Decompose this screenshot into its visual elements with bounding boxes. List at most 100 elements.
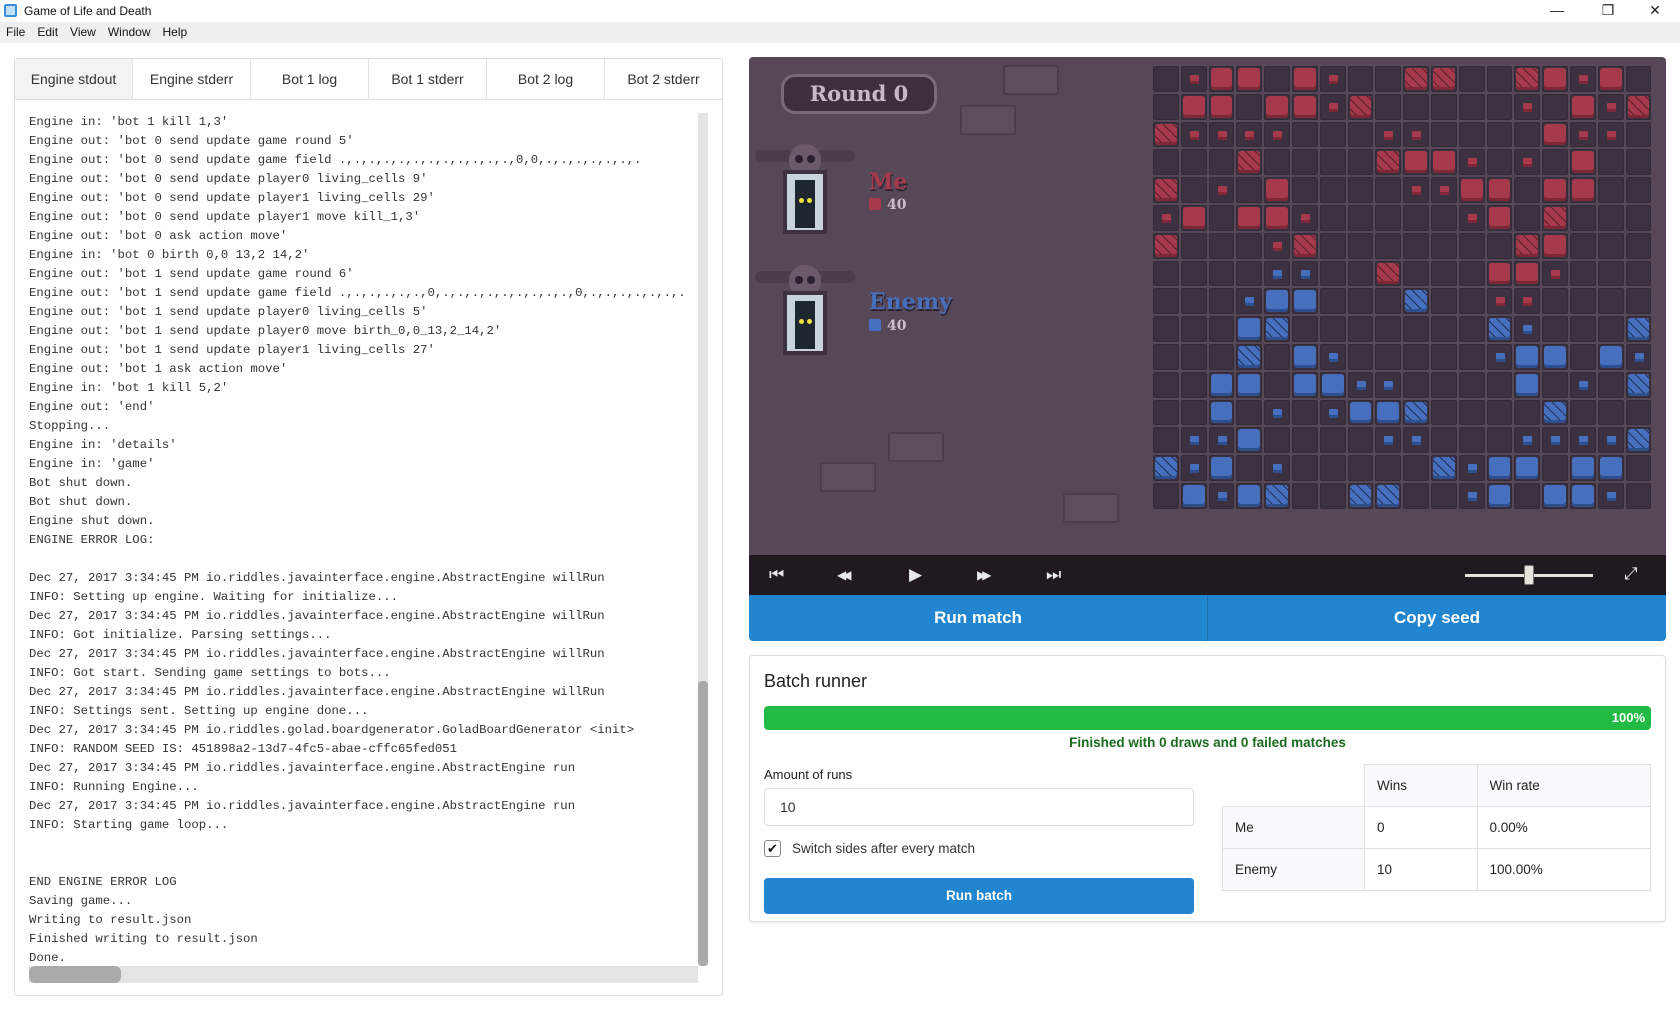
board-cell[interactable]	[1375, 455, 1402, 481]
board-cell[interactable]	[1319, 427, 1346, 454]
board-cell[interactable]	[1403, 177, 1429, 203]
board-cell[interactable]	[1208, 232, 1235, 259]
board-cell[interactable]	[1375, 204, 1402, 231]
board-cell[interactable]	[1236, 204, 1263, 231]
board-cell[interactable]	[1236, 121, 1263, 148]
board-cell[interactable]	[1403, 204, 1429, 231]
board-cell[interactable]	[1319, 66, 1346, 92]
board-cell[interactable]	[1319, 482, 1346, 509]
board-cell[interactable]	[1569, 316, 1596, 342]
board-cell[interactable]	[1153, 343, 1179, 370]
board-cell[interactable]	[1264, 232, 1290, 259]
board-cell[interactable]	[1486, 343, 1513, 370]
board-cell[interactable]	[1430, 371, 1457, 398]
board-cell[interactable]	[1236, 66, 1263, 92]
board-cell[interactable]	[1291, 427, 1318, 454]
board-cell[interactable]	[1458, 455, 1485, 481]
board-cell[interactable]	[1458, 399, 1485, 426]
board-cell[interactable]	[1180, 177, 1207, 203]
board-cell[interactable]	[1180, 455, 1207, 481]
board-cell[interactable]	[1291, 482, 1318, 509]
board-cell[interactable]	[1486, 177, 1513, 203]
skip-to-end-button[interactable]: ⏭	[1046, 565, 1061, 585]
board-cell[interactable]	[1347, 149, 1374, 176]
board-cell[interactable]	[1403, 232, 1429, 259]
board-cell[interactable]	[1236, 177, 1263, 203]
board-cell[interactable]	[1486, 232, 1513, 259]
board-cell[interactable]	[1208, 399, 1235, 426]
board-cell[interactable]	[1514, 177, 1541, 203]
board-cell[interactable]	[1264, 371, 1290, 398]
board-cell[interactable]	[1625, 149, 1652, 176]
board-cell[interactable]	[1430, 204, 1457, 231]
menu-window[interactable]: Window	[102, 22, 157, 39]
board-cell[interactable]	[1291, 316, 1318, 342]
board-cell[interactable]	[1569, 66, 1596, 92]
tab-bot2-stderr[interactable]: Bot 2 stderr	[605, 59, 722, 99]
switch-sides-checkbox[interactable]: ✔	[764, 840, 781, 857]
board-cell[interactable]	[1319, 343, 1346, 370]
board-cell[interactable]	[1319, 288, 1346, 315]
board-cell[interactable]	[1458, 260, 1485, 287]
board-cell[interactable]	[1458, 316, 1485, 342]
board-cell[interactable]	[1569, 343, 1596, 370]
board-cell[interactable]	[1430, 427, 1457, 454]
board-cell[interactable]	[1430, 232, 1457, 259]
board-cell[interactable]	[1458, 121, 1485, 148]
board-cell[interactable]	[1458, 177, 1485, 203]
board-cell[interactable]	[1458, 93, 1485, 120]
board-cell[interactable]	[1208, 204, 1235, 231]
board-cell[interactable]	[1208, 455, 1235, 481]
board-cell[interactable]	[1597, 455, 1624, 481]
board-cell[interactable]	[1430, 260, 1457, 287]
board-cell[interactable]	[1236, 343, 1263, 370]
menu-help[interactable]: Help	[157, 22, 194, 39]
board-cell[interactable]	[1597, 121, 1624, 148]
board-cell[interactable]	[1514, 260, 1541, 287]
board-cell[interactable]	[1486, 204, 1513, 231]
board-cell[interactable]	[1180, 316, 1207, 342]
board-cell[interactable]	[1430, 399, 1457, 426]
board-cell[interactable]	[1514, 427, 1541, 454]
board-cell[interactable]	[1264, 455, 1290, 481]
board-cell[interactable]	[1153, 371, 1179, 398]
board-cell[interactable]	[1375, 149, 1402, 176]
board-cell[interactable]	[1319, 149, 1346, 176]
board-cell[interactable]	[1319, 93, 1346, 120]
board-cell[interactable]	[1597, 288, 1624, 315]
board-cell[interactable]	[1625, 260, 1652, 287]
board-cell[interactable]	[1458, 232, 1485, 259]
board-cell[interactable]	[1208, 316, 1235, 342]
board-cell[interactable]	[1486, 66, 1513, 92]
board-cell[interactable]	[1347, 260, 1374, 287]
board-cell[interactable]	[1625, 93, 1652, 120]
board-cell[interactable]	[1542, 427, 1568, 454]
board-cell[interactable]	[1208, 149, 1235, 176]
restore-button[interactable]: ❐	[1585, 0, 1631, 22]
board-cell[interactable]	[1236, 232, 1263, 259]
board-cell[interactable]	[1264, 343, 1290, 370]
board-cell[interactable]	[1514, 232, 1541, 259]
board-cell[interactable]	[1180, 288, 1207, 315]
board-cell[interactable]	[1291, 93, 1318, 120]
board-cell[interactable]	[1375, 66, 1402, 92]
board-cell[interactable]	[1403, 93, 1429, 120]
board-cell[interactable]	[1319, 177, 1346, 203]
board-cell[interactable]	[1403, 482, 1429, 509]
board-cell[interactable]	[1542, 204, 1568, 231]
board-cell[interactable]	[1542, 260, 1568, 287]
board-cell[interactable]	[1514, 316, 1541, 342]
board-cell[interactable]	[1458, 204, 1485, 231]
board-cell[interactable]	[1153, 232, 1179, 259]
board-cell[interactable]	[1625, 316, 1652, 342]
board-cell[interactable]	[1486, 93, 1513, 120]
board-cell[interactable]	[1430, 316, 1457, 342]
board-cell[interactable]	[1625, 66, 1652, 92]
minimize-button[interactable]: —	[1534, 0, 1580, 22]
board-cell[interactable]	[1319, 399, 1346, 426]
board-cell[interactable]	[1597, 177, 1624, 203]
board-cell[interactable]	[1153, 399, 1179, 426]
board-cell[interactable]	[1569, 93, 1596, 120]
board-cell[interactable]	[1542, 371, 1568, 398]
tab-bot1-stderr[interactable]: Bot 1 stderr	[369, 59, 487, 99]
